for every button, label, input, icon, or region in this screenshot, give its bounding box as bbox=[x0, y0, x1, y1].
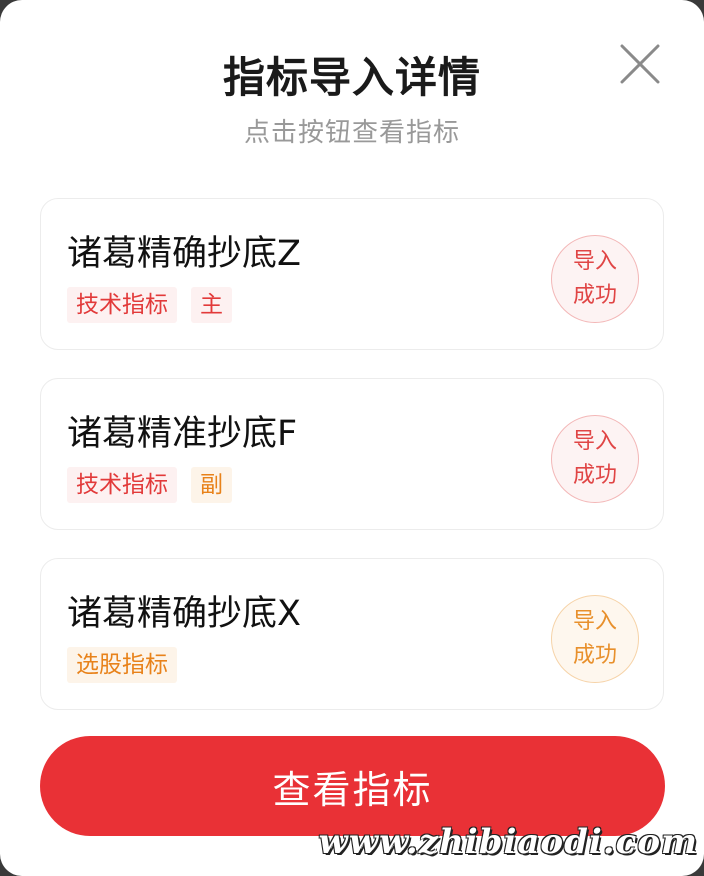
indicator-position-tag: 主 bbox=[191, 287, 232, 323]
indicator-import-dialog: 指标导入详情 点击按钮查看指标 诸葛精确抄底Z 技术指标 主 导入 成功 诸葛精… bbox=[0, 0, 704, 876]
stamp-text-line2: 成功 bbox=[572, 643, 617, 668]
indicator-type-tag: 技术指标 bbox=[67, 467, 177, 503]
close-icon bbox=[620, 44, 660, 84]
dialog-title: 指标导入详情 bbox=[222, 53, 481, 102]
indicator-card[interactable]: 诸葛精确抄底X 选股指标 导入 成功 bbox=[40, 558, 664, 710]
close-button[interactable] bbox=[614, 38, 666, 90]
stamp-text-line1: 导入 bbox=[572, 609, 617, 634]
view-indicators-button[interactable]: 查看指标 bbox=[40, 736, 665, 836]
indicator-type-tag: 技术指标 bbox=[67, 287, 177, 323]
indicator-tags: 技术指标 副 bbox=[67, 467, 246, 503]
indicator-position-tag: 副 bbox=[191, 467, 232, 503]
site-watermark: www.zhibiaodi.com bbox=[318, 822, 698, 862]
stamp-text-line2: 成功 bbox=[572, 463, 617, 488]
dialog-subtitle: 点击按钮查看指标 bbox=[243, 118, 460, 148]
indicator-tags: 技术指标 主 bbox=[67, 287, 246, 323]
indicator-name: 诸葛精确抄底X bbox=[67, 594, 301, 634]
indicator-tags: 选股指标 bbox=[67, 647, 191, 683]
stamp-text-line2: 成功 bbox=[572, 283, 617, 308]
indicator-name: 诸葛精确抄底Z bbox=[67, 234, 301, 274]
import-success-stamp: 导入 成功 bbox=[551, 415, 639, 503]
indicator-name: 诸葛精准抄底F bbox=[67, 414, 298, 454]
indicator-type-tag: 选股指标 bbox=[67, 647, 177, 683]
import-success-stamp: 导入 成功 bbox=[551, 595, 639, 683]
indicator-card[interactable]: 诸葛精准抄底F 技术指标 副 导入 成功 bbox=[40, 378, 664, 530]
import-success-stamp: 导入 成功 bbox=[551, 235, 639, 323]
stamp-text-line1: 导入 bbox=[572, 429, 617, 454]
stamp-text-line1: 导入 bbox=[572, 249, 617, 274]
indicator-card[interactable]: 诸葛精确抄底Z 技术指标 主 导入 成功 bbox=[40, 198, 664, 350]
